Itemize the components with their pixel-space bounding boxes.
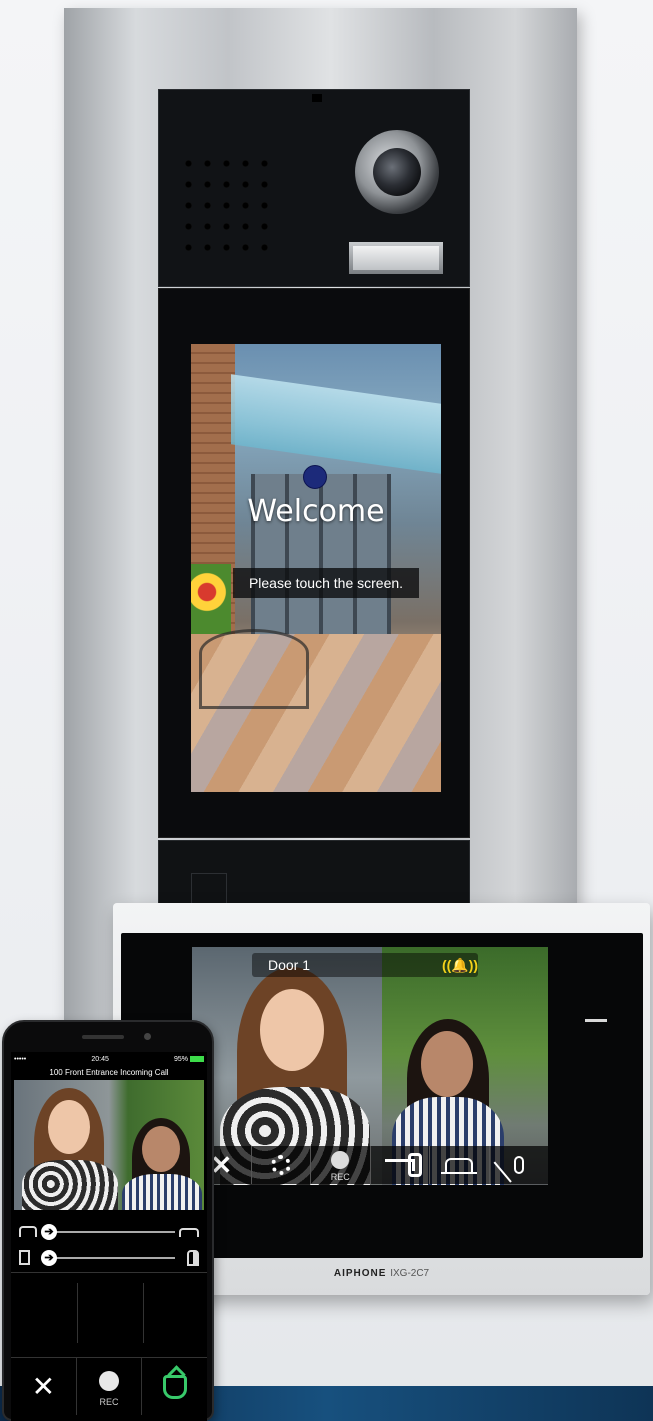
- brand-name: AIPHONE: [333, 1268, 387, 1279]
- screen-indicator-icon: [303, 465, 327, 489]
- speaker-grill: [185, 160, 272, 251]
- phone-screen: ••••• 20:45 95% 100 Front Entrance Incom…: [11, 1052, 207, 1421]
- monitor-video-feed: Door 1 ((🔔)) ✕ REC: [192, 947, 548, 1185]
- screen-flowers: [191, 564, 231, 634]
- hang-up-button[interactable]: ✕: [11, 1358, 77, 1415]
- signal-indicator: •••••: [14, 1055, 27, 1063]
- light-sensor: [349, 242, 443, 274]
- option-icon: [19, 1226, 37, 1237]
- phone-record-button[interactable]: REC: [77, 1358, 143, 1415]
- monitor-toolbar: ✕ REC: [192, 1146, 548, 1184]
- slider-knob[interactable]: ➔: [41, 1224, 57, 1240]
- slider-knob[interactable]: ➔: [41, 1250, 57, 1266]
- smartphone: ••••• 20:45 95% 100 Front Entrance Incom…: [2, 1020, 214, 1421]
- indicator-dot: [312, 94, 322, 102]
- door-open-icon: [187, 1250, 199, 1266]
- option-active-icon: [179, 1228, 199, 1237]
- phone-front-camera: [144, 1033, 151, 1040]
- screen-patio-furniture: [199, 629, 309, 709]
- door-label-bar: Door 1 ((🔔)): [252, 953, 478, 977]
- answer-button[interactable]: [142, 1358, 207, 1415]
- welcome-heading: Welcome: [247, 494, 385, 529]
- record-icon: [331, 1151, 350, 1169]
- bell-ringing-icon: ((🔔)): [442, 957, 479, 973]
- status-time: 20:45: [91, 1055, 109, 1063]
- screen-canopy: [231, 374, 441, 474]
- call-title: 100 Front Entrance Incoming Call: [49, 1068, 169, 1077]
- door-closed-icon: [19, 1250, 30, 1265]
- door-release-button[interactable]: [371, 1146, 430, 1184]
- option-icon: [441, 1158, 478, 1174]
- phone-speaker: [82, 1035, 124, 1039]
- hang-up-icon: ✕: [31, 1370, 56, 1402]
- door-label: Door 1: [268, 957, 311, 973]
- battery-icon: [189, 1055, 204, 1062]
- card-reader-slot: [191, 873, 227, 907]
- door-station-bottom-panel: [158, 840, 470, 908]
- phone-video-feed: [14, 1080, 204, 1210]
- visitor-2: [122, 1174, 202, 1210]
- record-button[interactable]: REC: [311, 1146, 371, 1184]
- gear-icon: [270, 1155, 291, 1175]
- status-bar: ••••• 20:45 95%: [11, 1052, 207, 1066]
- door-release-slider[interactable]: ➔: [19, 1248, 199, 1268]
- battery-status: 95%: [174, 1056, 204, 1063]
- door-station-camera-panel: [158, 89, 470, 287]
- slider-track: [45, 1257, 175, 1259]
- model-number: IXG-2C7: [390, 1268, 430, 1279]
- door-station-display-panel: Welcome Please touch the screen.: [158, 288, 470, 838]
- visitor-1: [22, 1160, 118, 1210]
- phone-call-actions: ✕ REC: [11, 1357, 207, 1415]
- record-label: REC: [99, 1397, 119, 1407]
- slider-track: [45, 1231, 175, 1233]
- answer-icon: [162, 1374, 187, 1399]
- settings-button[interactable]: [252, 1146, 311, 1184]
- record-label: REC: [330, 1172, 350, 1182]
- door-release-key-icon: [384, 1153, 422, 1177]
- camera-lens: [355, 130, 439, 214]
- record-icon: [99, 1370, 119, 1391]
- option-button[interactable]: [430, 1146, 490, 1184]
- mute-button[interactable]: [490, 1146, 549, 1184]
- camera-lens-inner: [373, 148, 421, 196]
- mic-mute-icon: [513, 1156, 524, 1174]
- door-station-touchscreen[interactable]: Welcome Please touch the screen.: [191, 344, 441, 792]
- menu-icon[interactable]: [585, 1019, 607, 1022]
- touch-prompt[interactable]: Please touch the screen.: [233, 568, 419, 598]
- option-slider[interactable]: ➔: [19, 1222, 199, 1242]
- phone-empty-grid: [11, 1272, 207, 1352]
